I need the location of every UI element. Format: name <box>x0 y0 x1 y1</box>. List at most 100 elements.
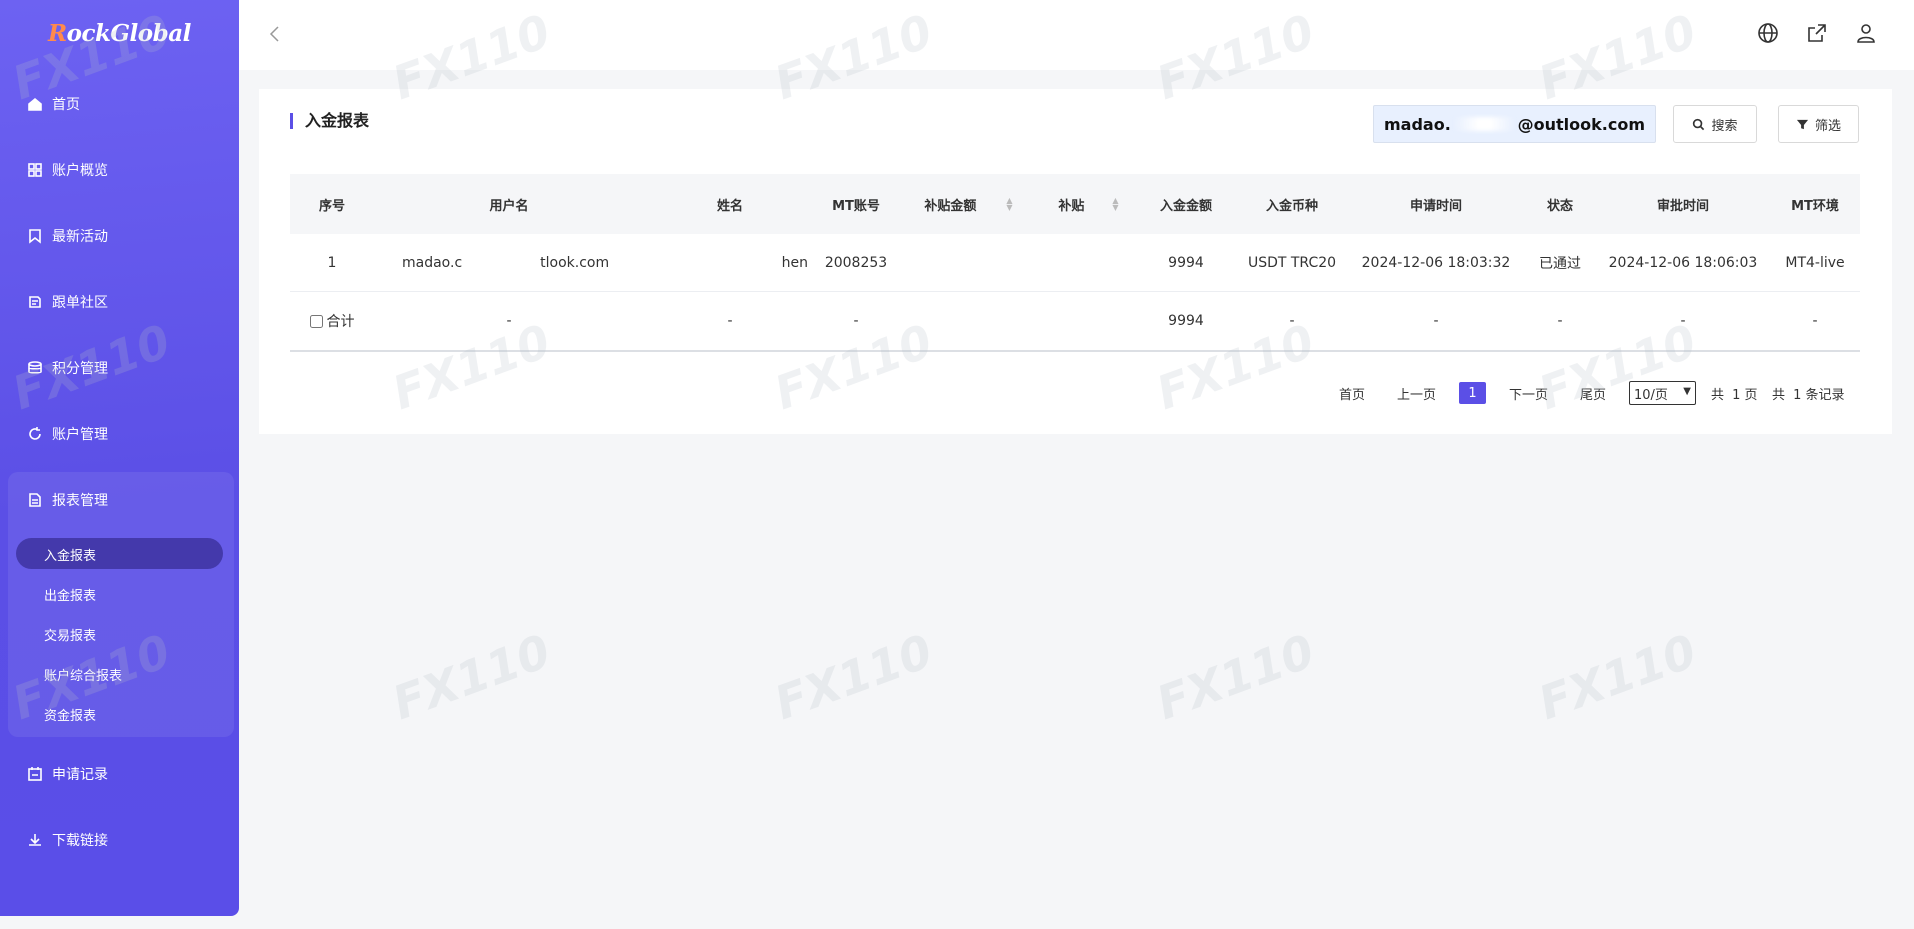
col-header-label: 补贴 <box>1058 198 1085 214</box>
cell-total-label: 合计 <box>290 292 374 350</box>
total-pages: 共 1页 <box>1711 388 1758 403</box>
report-icon <box>26 491 44 509</box>
pager-last[interactable]: 尾页 <box>1580 384 1606 403</box>
sort-icon: ▲ ▼ <box>1112 196 1119 212</box>
col-header-approve-time: 审批时间 <box>1656 198 1709 214</box>
sidebar-item-account-overview[interactable]: 账户概览 <box>26 158 108 182</box>
username-prefix: madao.c <box>402 254 463 271</box>
share-icon[interactable] <box>1806 22 1830 46</box>
grid-icon <box>26 161 44 179</box>
calendar-icon <box>26 765 44 783</box>
page-title: 入金报表 <box>290 113 369 129</box>
pager-next[interactable]: 下一页 <box>1509 384 1548 403</box>
sidebar-sub-item-withdraw-report[interactable]: 出金报表 <box>44 585 96 604</box>
watermark: FX110 <box>385 623 558 731</box>
col-header-index: 序号 <box>318 198 345 214</box>
logo[interactable]: RockGlobal <box>48 20 191 47</box>
page-size-select[interactable]: 10/页 ▼ <box>1629 381 1696 405</box>
cell-total-name: - <box>727 313 733 329</box>
cell-status: 已通过 <box>1539 255 1581 272</box>
sidebar-item-label: 最新活动 <box>52 229 108 245</box>
sidebar-item-points[interactable]: 积分管理 <box>26 356 108 380</box>
cell-subsidy <box>1041 234 1136 291</box>
sidebar-sub-item-deposit-report[interactable]: 入金报表 <box>44 545 96 564</box>
sidebar-item-report-management[interactable]: 报表管理 <box>26 488 108 512</box>
sidebar-item-label: 积分管理 <box>52 361 108 377</box>
cell-total-deposit-amount: 9994 <box>1168 313 1204 329</box>
cell-total-subsidy-amount <box>896 292 1041 350</box>
sidebar-item-label: 报表管理 <box>52 493 108 509</box>
sidebar-sub-item-account-summary-report[interactable]: 账户综合报表 <box>44 665 122 684</box>
filter-button[interactable]: 筛选 <box>1778 105 1859 143</box>
col-header-username: 用户名 <box>489 198 529 214</box>
cell-name: hen <box>781 254 808 271</box>
col-header-mt-account: MT账号 <box>832 198 880 214</box>
cell-mt-env: MT4-live <box>1785 254 1845 271</box>
sidebar-item-latest-activity[interactable]: 最新活动 <box>26 224 108 248</box>
cell-total-mt-account: - <box>853 313 859 329</box>
cell-approve-time: 2024-12-06 18:06:03 <box>1608 254 1758 271</box>
chevron-down-icon: ▼ <box>1683 386 1691 397</box>
cell-deposit-amount: 9994 <box>1168 254 1204 271</box>
cell-total-apply-time: - <box>1433 313 1439 329</box>
sort-icon: ▲ ▼ <box>1006 196 1013 212</box>
deposit-report-table: 序号 用户名 姓名 MT账号 补贴金额 ▲ ▼ 补贴 ▲ ▼ 入金金额 入金币种 申… <box>290 174 1860 352</box>
sidebar-item-label: 账户概览 <box>52 163 108 179</box>
total-label: 合计 <box>326 314 355 330</box>
sidebar-item-label: 跟单社区 <box>52 295 108 311</box>
watermark: FX110 <box>767 623 940 731</box>
report-card: 入金报表 madao. @outlook.com 搜索 筛选 序号 用户名 姓名… <box>259 89 1892 434</box>
sidebar: RockGlobal 首页 账户概览 最新活动 跟单社区 积分管理 账户管理 报… <box>0 0 239 916</box>
cell-total-subsidy <box>1041 292 1136 350</box>
table-row: 1 madao.c tlook.com hen 2008253 9994 USD… <box>290 234 1860 292</box>
total-checkbox[interactable] <box>309 314 323 328</box>
filter-button-label: 筛选 <box>1814 118 1841 134</box>
pagination: 首页 上一页 1 下一页 尾页 10/页 ▼ 共 1页 共 1 条记录 <box>259 381 1892 406</box>
sidebar-item-home[interactable]: 首页 <box>26 92 80 116</box>
col-header-deposit-amount: 入金金额 <box>1159 198 1212 214</box>
pager-current-page[interactable]: 1 <box>1459 382 1486 404</box>
search-button[interactable]: 搜索 <box>1673 105 1757 143</box>
user-icon[interactable] <box>1855 22 1879 46</box>
download-icon <box>26 831 44 849</box>
cell-index: 1 <box>327 254 337 271</box>
cell-total-status: - <box>1557 313 1563 329</box>
cell-deposit-currency: USDT TRC20 <box>1247 254 1337 271</box>
watermark: FX110 <box>1149 623 1322 731</box>
redacted-area <box>1454 117 1514 131</box>
database-icon <box>26 359 44 377</box>
col-header-status: 状态 <box>1546 198 1573 214</box>
sidebar-item-label: 首页 <box>52 97 80 113</box>
col-header-name: 姓名 <box>716 198 743 214</box>
col-header-subsidy[interactable]: 补贴 ▲ ▼ <box>1041 174 1136 234</box>
sidebar-item-account-management[interactable]: 账户管理 <box>26 422 108 446</box>
topbar <box>239 0 1914 70</box>
sidebar-sub-item-trade-report[interactable]: 交易报表 <box>44 625 96 644</box>
cell-total-deposit-currency: - <box>1289 313 1295 329</box>
col-header-deposit-currency: 入金币种 <box>1265 198 1318 214</box>
search-input[interactable]: madao. @outlook.com <box>1373 105 1656 143</box>
sidebar-item-label: 账户管理 <box>52 427 108 443</box>
cell-total-approve-time: - <box>1680 313 1686 329</box>
back-chevron-icon[interactable] <box>265 24 285 44</box>
refresh-icon <box>26 425 44 443</box>
globe-icon[interactable] <box>1757 22 1781 46</box>
col-header-subsidy-amount[interactable]: 补贴金额 ▲ ▼ <box>896 174 1041 234</box>
search-value-prefix: madao. <box>1384 114 1451 134</box>
watermark: FX110 <box>1531 623 1704 731</box>
community-icon <box>26 293 44 311</box>
sidebar-item-download-links[interactable]: 下载链接 <box>26 828 108 852</box>
col-header-label: 补贴金额 <box>924 198 977 214</box>
sidebar-sub-item-fund-report[interactable]: 资金报表 <box>44 705 96 724</box>
col-header-mt-env: MT环境 <box>1791 198 1839 214</box>
sidebar-item-application-records[interactable]: 申请记录 <box>26 762 108 786</box>
table-header: 序号 用户名 姓名 MT账号 补贴金额 ▲ ▼ 补贴 ▲ ▼ 入金金额 入金币种 申… <box>290 174 1860 234</box>
search-icon <box>1693 118 1705 130</box>
sidebar-item-label: 申请记录 <box>52 767 108 783</box>
search-value-suffix: @outlook.com <box>1517 114 1645 134</box>
pager-prev[interactable]: 上一页 <box>1397 384 1436 403</box>
sidebar-item-copy-trading[interactable]: 跟单社区 <box>26 290 108 314</box>
cell-subsidy-amount <box>896 234 1041 291</box>
search-button-label: 搜索 <box>1711 118 1738 134</box>
pager-first[interactable]: 首页 <box>1339 384 1365 403</box>
